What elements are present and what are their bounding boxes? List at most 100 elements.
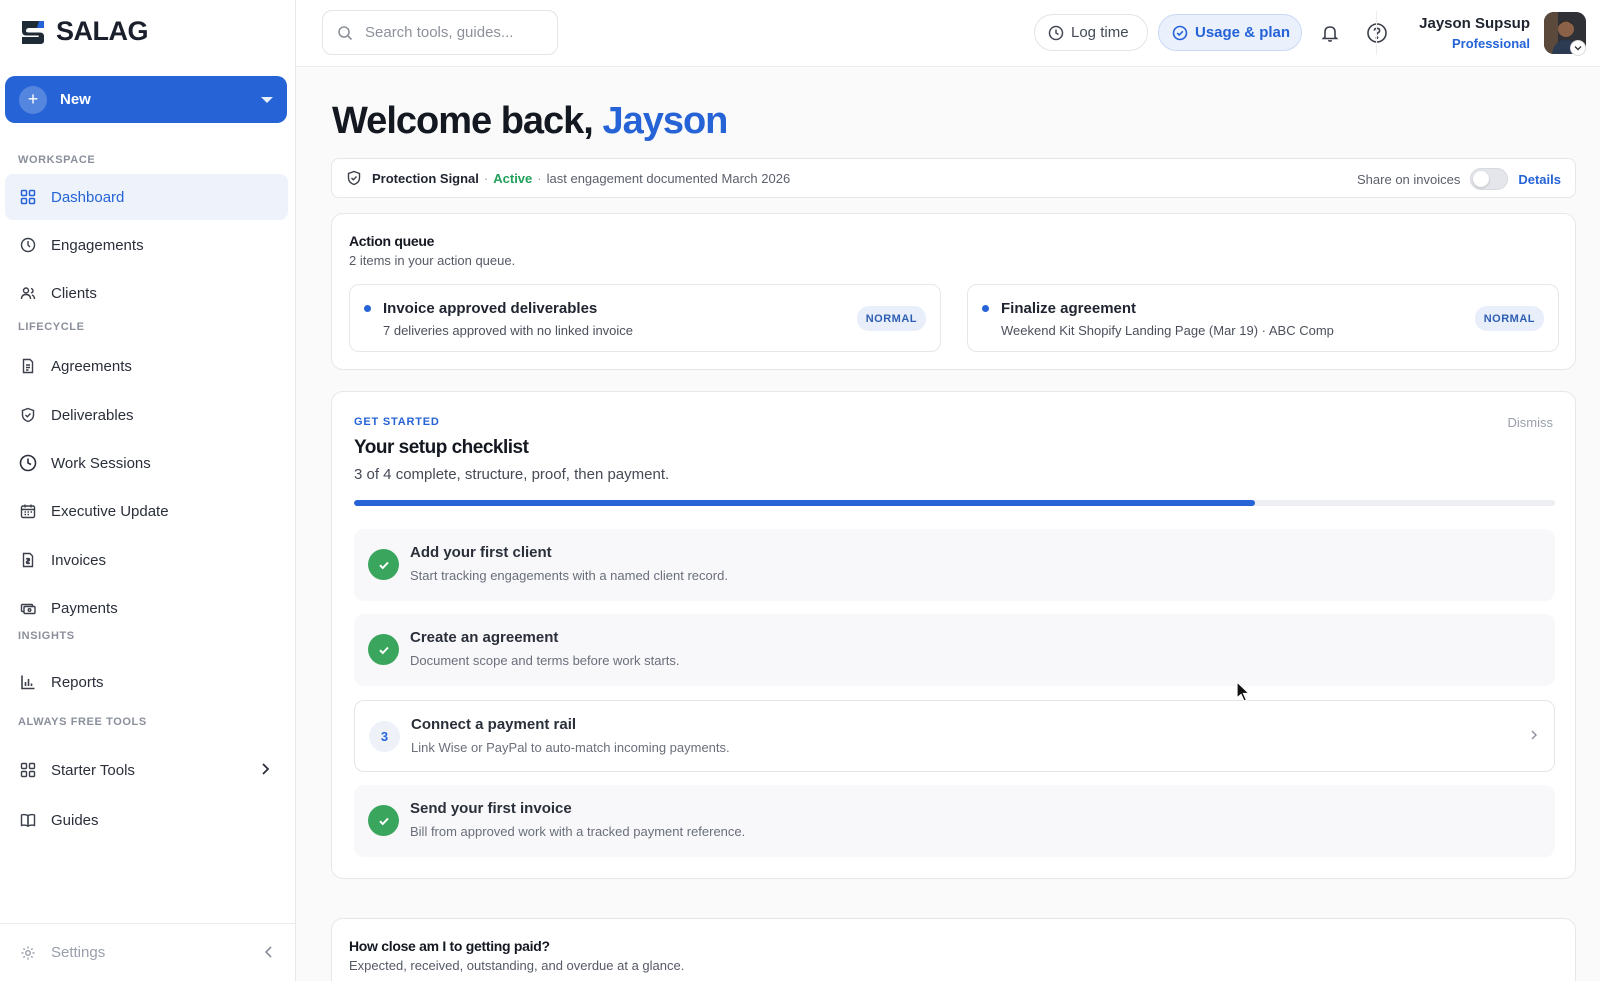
header-divider: [1376, 11, 1377, 55]
search-box[interactable]: [322, 10, 558, 55]
section-label-free-tools: ALWAYS FREE TOOLS: [18, 716, 147, 728]
share-controls: Share on invoices Details: [1357, 168, 1561, 190]
sidebar-item-label: Dashboard: [51, 188, 125, 206]
checklist-step: Create an agreement Document scope and t…: [354, 614, 1555, 686]
search-input[interactable]: [365, 24, 545, 41]
sidebar-item-label: Deliverables: [51, 406, 134, 424]
help-icon[interactable]: [1364, 20, 1390, 46]
payment-card-icon: [19, 599, 37, 617]
checklist-step: Add your first client Start tracking eng…: [354, 529, 1555, 601]
checklist-eyebrow: GET STARTED: [354, 416, 440, 428]
step-subtitle: Start tracking engagements with a named …: [410, 568, 728, 583]
sidebar-item-engagements[interactable]: Engagements: [5, 222, 288, 268]
collapse-sidebar-icon[interactable]: [264, 945, 274, 959]
users-icon: [19, 284, 37, 302]
sidebar-item-payments[interactable]: Payments: [5, 585, 288, 631]
action-queue-item[interactable]: Invoice approved deliverables 7 deliveri…: [349, 284, 941, 352]
calendar-icon: [19, 502, 37, 520]
section-label-lifecycle: LIFECYCLE: [18, 321, 85, 333]
sidebar-item-deliverables[interactable]: Deliverables: [5, 392, 288, 438]
caret-down-icon[interactable]: [261, 96, 273, 103]
priority-badge: NORMAL: [1474, 306, 1544, 331]
action-item-subtitle: 7 deliveries approved with no linked inv…: [383, 323, 634, 338]
sidebar-item-agreements[interactable]: Agreements: [5, 343, 288, 389]
sidebar-item-label: Payments: [51, 599, 118, 617]
sidebar-item-label: Executive Update: [51, 502, 169, 520]
sidebar-item-executive-update[interactable]: Executive Update: [5, 488, 288, 534]
log-time-button[interactable]: Log time: [1034, 14, 1148, 51]
checklist-step: Send your first invoice Bill from approv…: [354, 785, 1555, 857]
usage-plan-label: Usage & plan: [1195, 24, 1291, 41]
search-icon: [337, 25, 353, 41]
action-item-subtitle: Weekend Kit Shopify Landing Page (Mar 19…: [1001, 323, 1334, 338]
share-on-invoices-toggle[interactable]: [1470, 168, 1509, 190]
sidebar-item-work-sessions[interactable]: Work Sessions: [5, 440, 288, 486]
sidebar-item-invoices[interactable]: Invoices: [5, 537, 288, 583]
top-bar: Log time Usage & plan Jayson Supsup Prof…: [296, 0, 1600, 67]
page-title: Welcome back, Jayson: [332, 100, 728, 143]
setup-checklist-card: GET STARTED Dismiss Your setup checklist…: [331, 391, 1576, 879]
getting-paid-subtitle: Expected, received, outstanding, and ove…: [349, 958, 685, 973]
chevron-right-icon: [1530, 729, 1538, 741]
check-icon: [368, 805, 399, 836]
action-queue-subtitle: 2 items in your action queue.: [349, 253, 516, 268]
details-link[interactable]: Details: [1518, 172, 1561, 187]
step-subtitle: Bill from approved work with a tracked p…: [410, 824, 746, 839]
sidebar-item-dashboard[interactable]: Dashboard: [5, 174, 288, 220]
settings-label: Settings: [51, 944, 106, 961]
sidebar-item-settings[interactable]: Settings: [0, 923, 296, 981]
gear-icon: [19, 944, 37, 962]
section-label-insights: INSIGHTS: [18, 630, 75, 642]
user-name[interactable]: Jayson Supsup: [1419, 15, 1530, 32]
priority-badge: NORMAL: [856, 306, 926, 331]
share-on-invoices-label: Share on invoices: [1357, 171, 1461, 187]
new-button[interactable]: + New: [5, 76, 287, 123]
protection-signal-label: Protection Signal: [372, 170, 479, 186]
separator-dot: ·: [483, 170, 489, 186]
status-badge: Active: [493, 170, 533, 186]
sidebar-item-label: Invoices: [51, 551, 107, 569]
step-subtitle: Link Wise or PayPal to auto-match incomi…: [411, 740, 730, 755]
grid-icon: [19, 188, 37, 206]
sidebar-item-label: Guides: [51, 811, 99, 829]
sidebar-item-label: Reports: [51, 673, 104, 691]
logo-mark-icon: [22, 20, 44, 44]
action-queue-title: Action queue: [349, 233, 435, 249]
brand-logo[interactable]: SALAG: [18, 16, 149, 47]
sidebar-item-label: Work Sessions: [51, 454, 151, 472]
sidebar-item-guides[interactable]: Guides: [5, 797, 288, 843]
check-icon: [368, 549, 399, 580]
step-title: Create an agreement: [410, 629, 559, 646]
log-time-label: Log time: [1071, 24, 1129, 41]
bell-icon[interactable]: [1317, 20, 1343, 46]
sidebar-item-label: Engagements: [51, 236, 144, 254]
chevron-down-icon[interactable]: [1570, 40, 1586, 56]
step-title: Send your first invoice: [410, 800, 572, 817]
action-queue-card: Action queue 2 items in your action queu…: [331, 213, 1576, 370]
action-queue-item[interactable]: Finalize agreement Weekend Kit Shopify L…: [967, 284, 1559, 352]
getting-paid-title: How close am I to getting paid?: [349, 938, 550, 954]
action-item-title: Finalize agreement: [1001, 300, 1137, 317]
book-icon: [19, 811, 37, 829]
chevron-right-icon: [260, 762, 270, 776]
checklist-step-connect-payment[interactable]: 3 Connect a payment rail Link Wise or Pa…: [354, 700, 1555, 772]
checklist-subtitle: 3 of 4 complete, structure, proof, then …: [354, 466, 670, 483]
sidebar-item-starter-tools[interactable]: Starter Tools: [5, 747, 288, 793]
invoice-icon: [19, 551, 37, 569]
getting-paid-card: How close am I to getting paid? Expected…: [331, 918, 1576, 981]
checklist-progress-bar: [354, 500, 1555, 506]
sidebar-item-label: Starter Tools: [51, 761, 135, 779]
shield-icon: [346, 170, 362, 186]
sidebar-item-reports[interactable]: Reports: [5, 659, 288, 705]
step-subtitle: Document scope and terms before work sta…: [410, 653, 680, 668]
usage-plan-button[interactable]: Usage & plan: [1158, 14, 1302, 51]
step-number: 3: [369, 721, 400, 752]
sidebar-item-clients[interactable]: Clients: [5, 270, 288, 316]
progress-fill: [354, 500, 1255, 506]
shield-icon: [19, 406, 37, 424]
section-label-workspace: WORKSPACE: [18, 154, 96, 166]
clock-icon: [19, 454, 37, 472]
step-title: Connect a payment rail: [411, 716, 577, 733]
dismiss-button[interactable]: Dismiss: [1508, 415, 1554, 430]
new-button-label: New: [60, 91, 91, 108]
